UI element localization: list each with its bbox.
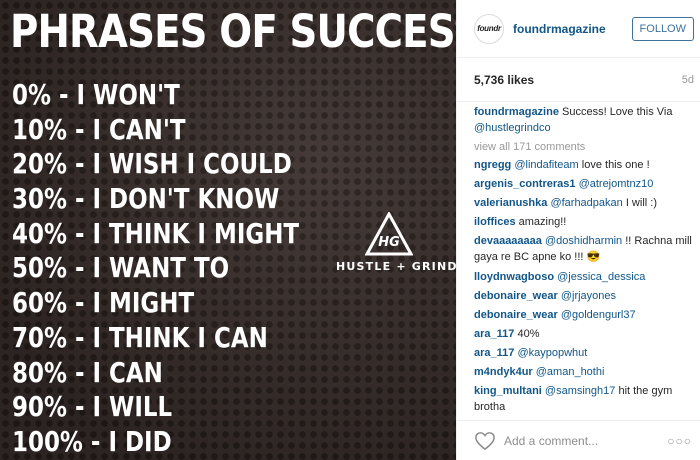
likes-count[interactable]: 5,736 likes [474, 73, 534, 87]
comment-mention[interactable]: @aman_hothi [536, 366, 605, 378]
avatar-text: foundr [477, 24, 501, 33]
comment-item: debonaire_wear @jrjayones [474, 288, 692, 304]
phrase-list: 0% - I WON'T 10% - I CAN'T 20% - I WISH … [12, 78, 362, 460]
phrase-item: 60% - I MIGHT [12, 286, 195, 320]
view-all-comments-link[interactable]: view all 171 comments [474, 140, 692, 154]
instagram-post: PHRASES OF SUCCESS 0% - I WON'T 10% - I … [0, 0, 700, 460]
comment-text: 40% [517, 327, 540, 340]
phrase-item: 90% - I WILL [12, 390, 173, 424]
post-age[interactable]: 5d [682, 74, 694, 86]
comment-mention[interactable]: @lindafiteam [514, 159, 578, 171]
post-header: foundr foundrmagazine FOLLOW [457, 0, 700, 58]
phrase-item: 0% - I WON'T [12, 78, 180, 111]
triangle-logo-icon: HG [365, 212, 413, 256]
comment-username[interactable]: debonaire_wear [474, 290, 558, 302]
caption-text: Success! Love this Via [558, 106, 673, 118]
comment-item: m4ndyk4ur @aman_hothi [474, 364, 692, 380]
comment-item: ara_117 40% [474, 326, 692, 342]
comment-bar: Add a comment... ○○○ [457, 420, 700, 460]
comment-text: amazing!! [518, 216, 567, 229]
logo-monogram: HG [378, 235, 400, 250]
phrase-item: 100% - I DID [12, 424, 172, 458]
phrase-item: 50% - I WANT TO [12, 251, 230, 285]
comment-username[interactable]: debonaire_wear [474, 309, 558, 321]
comment-username[interactable]: iloffices [474, 216, 516, 228]
comment-mention[interactable]: @goldengurl37 [561, 309, 636, 321]
caption-mention[interactable]: @hustlegrindco [474, 122, 551, 134]
phrase-item: 70% - I THINK I CAN [12, 320, 268, 354]
phrase-item: 30% - I DON'T KNOW [12, 182, 280, 216]
comment-item: valerianushka @farhadpakan I will :) [474, 195, 692, 211]
comment-item: debonaire_wear @goldengurl37 [474, 307, 692, 323]
comment-mention[interactable]: @atrejomtnz10 [579, 178, 654, 190]
post-sidebar: foundr foundrmagazine FOLLOW 5,736 likes… [456, 0, 700, 460]
caption: foundrmagazine Success! Love this Via @h… [474, 104, 692, 136]
phrase-item: 10% - I CAN'T [12, 112, 186, 146]
comment-item: lloydnwagboso @jessica_dessica [474, 269, 692, 285]
more-options-icon[interactable]: ○○○ [667, 434, 692, 448]
comment-mention[interactable]: @samsingh17 [545, 385, 615, 397]
comment-username[interactable]: king_multani [474, 385, 542, 397]
add-comment-input[interactable]: Add a comment... [504, 434, 667, 448]
caption-user[interactable]: foundrmagazine [474, 106, 559, 118]
comment-username[interactable]: argenis_contreras1 [474, 178, 576, 190]
avatar[interactable]: foundr [474, 13, 504, 44]
heart-icon[interactable] [474, 431, 496, 451]
username-link[interactable]: foundrmagazine [513, 22, 632, 36]
comment-item: king_multani @samsingh17 hit the gym bro… [474, 383, 692, 415]
phrase-item: 20% - I WISH I COULD [12, 147, 292, 181]
comment-mention[interactable]: @kaypopwhut [517, 347, 587, 359]
comment-mention[interactable]: @farhadpakan [550, 197, 622, 209]
comment-item: ngregg @lindafiteam love this one ! [474, 157, 692, 173]
comment-mention[interactable]: @jrjayones [561, 290, 616, 302]
post-image[interactable]: PHRASES OF SUCCESS 0% - I WON'T 10% - I … [0, 0, 456, 460]
comment-item: devaaaaaaaa @doshidharmin !! Rachna mill… [474, 233, 692, 265]
comment-username[interactable]: ara_117 [474, 328, 514, 340]
comment-username[interactable]: ngregg [474, 159, 511, 171]
logo-text: HUSTLE + GRIND [336, 260, 456, 273]
comment-username[interactable]: valerianushka [474, 197, 547, 209]
comment-item: ara_117 @kaypopwhut [474, 345, 692, 361]
comment-item: iloffices amazing!! [474, 214, 692, 230]
comment-text: I will :) [622, 197, 657, 210]
phrase-item: 40% - I THINK I MIGHT [12, 216, 300, 250]
hustle-grind-logo: HG HUSTLE + GRIND [336, 212, 456, 273]
comment-username[interactable]: devaaaaaaaa [474, 235, 542, 247]
comment-mention[interactable]: @doshidharmin [545, 235, 622, 247]
comments-list: foundrmagazine Success! Love this Via @h… [457, 102, 700, 415]
comment-text: love this one ! [578, 159, 650, 172]
image-title: PHRASES OF SUCCESS [10, 5, 456, 58]
comment-username[interactable]: m4ndyk4ur [474, 366, 533, 378]
comment-username[interactable]: ara_117 [474, 347, 514, 359]
comment-mention[interactable]: @jessica_dessica [557, 271, 645, 283]
phrase-item: 80% - I CAN [12, 355, 163, 389]
follow-button[interactable]: FOLLOW [631, 16, 694, 41]
comment-item: argenis_contreras1 @atrejomtnz10 [474, 176, 692, 192]
post-stats: 5,736 likes 5d [457, 58, 700, 102]
comment-username[interactable]: lloydnwagboso [474, 271, 554, 283]
